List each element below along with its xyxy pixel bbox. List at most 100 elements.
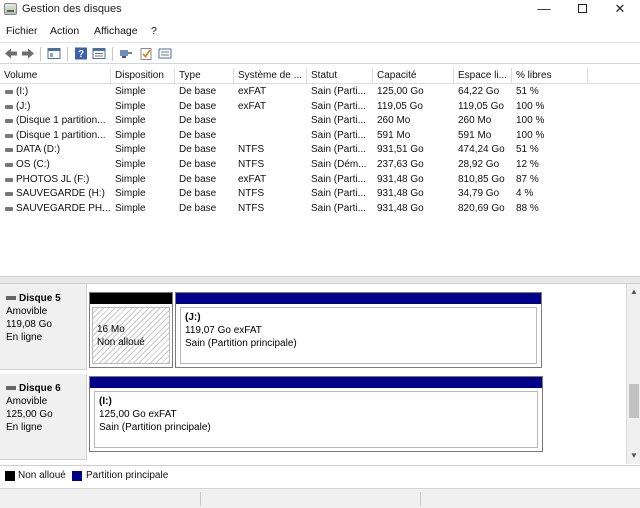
col-header-layout[interactable]: Disposition bbox=[111, 68, 175, 84]
forward-arrow-icon[interactable] bbox=[21, 47, 35, 60]
disk-view-scrollbar[interactable]: ▲ ▼ bbox=[626, 284, 640, 464]
table-row[interactable]: DATA (D:) Simple De base NTFS Sain (Parti...… bbox=[0, 143, 640, 158]
cell-filesystem: NTFS bbox=[238, 202, 265, 214]
cell-capacity: 119,05 Go bbox=[377, 100, 423, 112]
cell-volume: SAUVEGARDE (H:) bbox=[16, 188, 105, 200]
cell-status: Sain (Parti... bbox=[311, 188, 367, 200]
cell-volume: SAUVEGARDE PH... bbox=[16, 202, 111, 214]
col-header-filesystem[interactable]: Système de ... bbox=[234, 68, 307, 84]
col-header-free-space[interactable]: Espace li... bbox=[454, 68, 512, 84]
cell-type: De base bbox=[179, 144, 217, 156]
cell-capacity: 125,00 Go bbox=[377, 86, 424, 97]
col-header-status[interactable]: Statut bbox=[307, 68, 373, 84]
unallocated-body: 16 Mo Non alloué bbox=[92, 307, 170, 364]
disk-5-partition-j[interactable]: (J:) 119,07 Go exFAT Sain (Partition pri… bbox=[175, 292, 542, 368]
menu-bar: Fichier Action Affichage ? bbox=[0, 22, 640, 40]
menu-action[interactable]: Action bbox=[50, 25, 79, 37]
table-row[interactable]: SAUVEGARDE PH... Simple De base NTFS Sain (P… bbox=[0, 202, 640, 217]
table-row[interactable]: (Disque 1 partition... Simple De base Sain … bbox=[0, 114, 640, 129]
close-button[interactable]: ✕ bbox=[598, 0, 640, 20]
cell-capacity: 931,48 Go bbox=[377, 202, 424, 214]
status-divider bbox=[200, 492, 201, 506]
disk-6-partition-i[interactable]: (I:) 125,00 Go exFAT Sain (Partition pri… bbox=[89, 376, 543, 452]
disk-management-app-icon bbox=[4, 3, 17, 15]
cell-status: Sain (Parti... bbox=[311, 144, 367, 156]
cell-status: Sain (Parti... bbox=[311, 100, 367, 112]
cell-type: De base bbox=[179, 129, 217, 141]
cell-layout: Simple bbox=[115, 86, 146, 97]
cell-free-space: 820,69 Go bbox=[458, 202, 505, 214]
disk-5-info[interactable]: Disque 5 Amovible 119,08 Go En ligne bbox=[0, 284, 87, 370]
table-row[interactable]: PHOTOS JL (F:) Simple De base exFAT Sain (Pa… bbox=[0, 173, 640, 188]
cell-layout: Simple bbox=[115, 159, 146, 170]
cell-status: Sain (Parti... bbox=[311, 115, 367, 127]
table-row[interactable]: (I:) Simple De base exFAT Sain (Parti... 125,… bbox=[0, 85, 640, 100]
toolbar-separator bbox=[67, 47, 68, 61]
partition-i-status: Sain (Partition principale) bbox=[99, 422, 211, 433]
cell-volume: (J:) bbox=[16, 100, 31, 112]
unallocated-label: Non alloué bbox=[97, 337, 145, 348]
cell-volume: PHOTOS JL (F:) bbox=[16, 173, 90, 185]
cell-filesystem: NTFS bbox=[238, 188, 265, 200]
cell-percent-free: 51 % bbox=[516, 86, 539, 97]
partition-i-title: (I:) bbox=[99, 396, 112, 407]
cell-layout: Simple bbox=[115, 202, 146, 214]
partition-i-detail: 125,00 Go exFAT bbox=[99, 409, 177, 420]
cell-layout: Simple bbox=[115, 100, 146, 112]
volume-icon bbox=[5, 163, 13, 167]
cell-status: Sain (Dém... bbox=[311, 159, 367, 170]
scroll-up-icon[interactable]: ▲ bbox=[627, 286, 640, 298]
volume-icon bbox=[5, 104, 13, 109]
cell-volume: (Disque 1 partition... bbox=[16, 115, 106, 127]
pane-splitter[interactable] bbox=[0, 276, 640, 284]
col-header-percent-free[interactable]: % libres bbox=[512, 68, 588, 84]
col-header-volume[interactable]: Volume bbox=[0, 68, 111, 84]
partition-j-detail: 119,07 Go exFAT bbox=[185, 325, 262, 336]
cell-type: De base bbox=[179, 173, 217, 185]
cell-percent-free: 87 % bbox=[516, 173, 539, 185]
cell-percent-free: 100 % bbox=[516, 115, 545, 127]
cell-percent-free: 4 % bbox=[516, 188, 534, 200]
cell-volume: OS (C:) bbox=[16, 159, 50, 170]
scroll-down-icon[interactable]: ▼ bbox=[627, 450, 640, 462]
disk-list-icon[interactable] bbox=[158, 47, 172, 60]
help-icon[interactable]: ? bbox=[74, 47, 88, 60]
connect-icon[interactable] bbox=[119, 47, 133, 60]
cell-free-space: 28,92 Go bbox=[458, 159, 500, 170]
partition-j-body: (J:) 119,07 Go exFAT Sain (Partition pri… bbox=[180, 307, 537, 364]
properties-icon[interactable] bbox=[92, 47, 106, 60]
menu-file[interactable]: Fichier bbox=[6, 25, 38, 37]
col-header-capacity[interactable]: Capacité bbox=[373, 68, 454, 84]
cell-filesystem: NTFS bbox=[238, 144, 265, 156]
col-header-filler bbox=[588, 68, 640, 84]
partition-j-title: (J:) bbox=[185, 312, 201, 323]
volume-icon bbox=[5, 206, 13, 211]
disk-5-unallocated[interactable]: 16 Mo Non alloué bbox=[89, 292, 173, 368]
cell-status: Sain (Parti... bbox=[311, 202, 367, 214]
unallocated-bar bbox=[90, 293, 172, 304]
table-row[interactable]: SAUVEGARDE (H:) Simple De base NTFS Sain (Pa… bbox=[0, 187, 640, 202]
menu-help[interactable]: ? bbox=[151, 25, 157, 37]
disk-6-info[interactable]: Disque 6 Amovible 125,00 Go En ligne bbox=[0, 374, 87, 460]
cell-type: De base bbox=[179, 188, 217, 200]
console-tree-icon[interactable] bbox=[47, 47, 61, 60]
window-title: Gestion des disques bbox=[22, 3, 122, 15]
check-icon[interactable] bbox=[139, 47, 153, 60]
table-row[interactable]: (Disque 1 partition... Simple De base Sain … bbox=[0, 129, 640, 144]
disk-5-name: Disque 5 bbox=[6, 292, 86, 305]
col-header-type[interactable]: Type bbox=[175, 68, 234, 84]
back-arrow-icon[interactable] bbox=[4, 47, 18, 60]
disk-6-name: Disque 6 bbox=[6, 382, 86, 395]
scroll-thumb[interactable] bbox=[629, 384, 639, 418]
menu-view[interactable]: Affichage bbox=[94, 25, 138, 37]
primary-partition-bar bbox=[90, 377, 542, 388]
cell-type: De base bbox=[179, 86, 217, 97]
table-row[interactable]: OS (C:) Simple De base NTFS Sain (Dém... 237,… bbox=[0, 158, 640, 173]
toolbar-separator bbox=[40, 47, 41, 61]
cell-free-space: 34,79 Go bbox=[458, 188, 500, 200]
table-row[interactable]: (J:) Simple De base exFAT Sain (Parti... 119,… bbox=[0, 100, 640, 115]
cell-layout: Simple bbox=[115, 115, 146, 127]
cell-capacity: 931,48 Go bbox=[377, 173, 424, 185]
cell-type: De base bbox=[179, 202, 217, 214]
volume-icon bbox=[5, 148, 13, 153]
